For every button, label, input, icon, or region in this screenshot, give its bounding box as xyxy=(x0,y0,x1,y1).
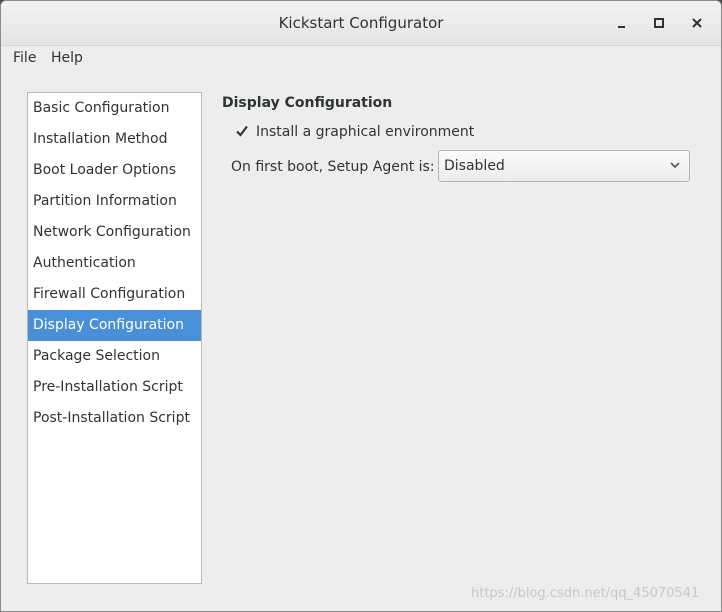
minimize-button[interactable] xyxy=(609,11,633,35)
close-button[interactable] xyxy=(685,11,709,35)
watermark: https://blog.csdn.net/qq_45070541 xyxy=(471,586,700,601)
maximize-icon xyxy=(654,18,664,28)
sidebar-item-authentication[interactable]: Authentication xyxy=(28,248,201,279)
title-bar[interactable]: Kickstart Configurator xyxy=(1,1,721,46)
close-icon xyxy=(692,18,702,28)
sidebar-item-post-installation-script[interactable]: Post-Installation Script xyxy=(28,403,201,434)
checkmark-icon xyxy=(236,125,248,137)
app-window: Kickstart Configurator File Help Basic C… xyxy=(0,0,722,612)
minimize-icon xyxy=(617,26,625,28)
section-title: Display Configuration xyxy=(222,95,393,111)
menu-bar: File Help xyxy=(1,45,721,73)
sidebar-item-partition-information[interactable]: Partition Information xyxy=(28,186,201,217)
sidebar-item-firewall-configuration[interactable]: Firewall Configuration xyxy=(28,279,201,310)
sidebar-item-installation-method[interactable]: Installation Method xyxy=(28,124,201,155)
setup-agent-label: On first boot, Setup Agent is: xyxy=(231,159,435,175)
checkbox[interactable] xyxy=(235,125,249,139)
graphical-environment-checkbox[interactable]: Install a graphical environment xyxy=(235,122,474,142)
sidebar-item-package-selection[interactable]: Package Selection xyxy=(28,341,201,372)
dropdown-value: Disabled xyxy=(444,158,505,174)
sidebar-item-pre-installation-script[interactable]: Pre-Installation Script xyxy=(28,372,201,403)
checkbox-label: Install a graphical environment xyxy=(256,124,475,140)
chevron-down-icon xyxy=(670,162,680,169)
sidebar-item-display-configuration[interactable]: Display Configuration xyxy=(28,310,201,341)
sidebar-item-boot-loader-options[interactable]: Boot Loader Options xyxy=(28,155,201,186)
sidebar-item-network-configuration[interactable]: Network Configuration xyxy=(28,217,201,248)
category-list: Basic Configuration Installation Method … xyxy=(27,92,202,584)
setup-agent-dropdown[interactable]: Disabled xyxy=(438,150,690,182)
sidebar-item-basic-configuration[interactable]: Basic Configuration xyxy=(28,93,201,124)
menu-file[interactable]: File xyxy=(13,50,36,66)
maximize-button[interactable] xyxy=(647,11,671,35)
menu-help[interactable]: Help xyxy=(51,50,83,66)
